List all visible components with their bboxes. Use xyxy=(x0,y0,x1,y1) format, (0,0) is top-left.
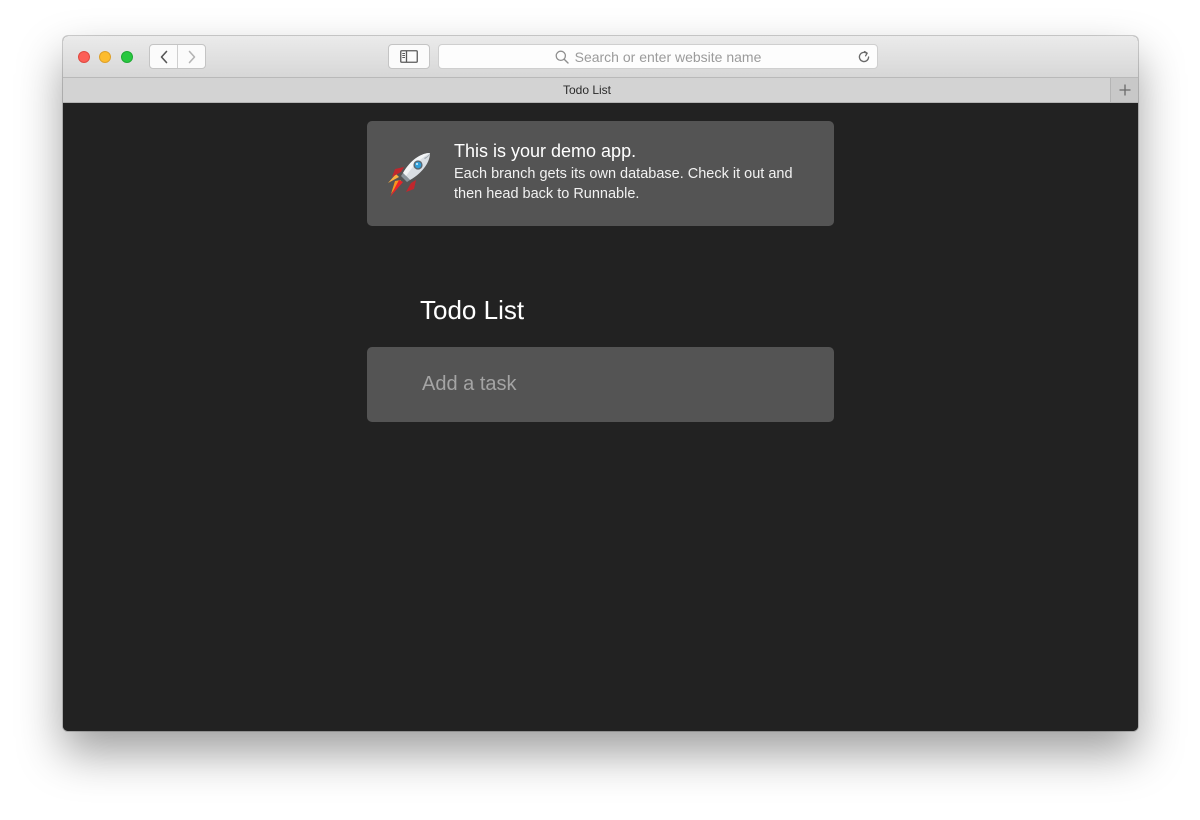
chevron-left-icon xyxy=(160,50,167,63)
maximize-window-button[interactable] xyxy=(121,51,133,63)
banner-title: This is your demo app. xyxy=(454,141,637,161)
page-content: This is your demo app. Each branch gets … xyxy=(63,103,1138,731)
chevron-right-icon xyxy=(188,50,195,63)
forward-button[interactable] xyxy=(177,45,205,68)
close-window-button[interactable] xyxy=(78,51,90,63)
plus-icon xyxy=(1119,84,1130,96)
sidebar-icon xyxy=(400,50,418,63)
navigation-buttons xyxy=(149,44,206,69)
demo-banner: This is your demo app. Each branch gets … xyxy=(367,121,834,226)
address-bar-content: Search or enter website name xyxy=(439,45,877,68)
page-title: Todo List xyxy=(420,295,525,325)
banner-text: Each branch gets its own database. Check… xyxy=(454,166,793,202)
add-task-input[interactable] xyxy=(367,347,834,422)
tab-todo-list[interactable]: Todo List xyxy=(63,78,1111,102)
browser-window: Search or enter website name Todo List T… xyxy=(63,36,1138,731)
rocket-icon xyxy=(388,153,430,197)
tab-bar: Todo List xyxy=(63,78,1138,103)
search-icon xyxy=(555,50,569,64)
reload-icon[interactable] xyxy=(857,50,871,64)
sidebar-toggle-button[interactable] xyxy=(388,44,430,69)
address-bar[interactable]: Search or enter website name xyxy=(438,44,878,69)
browser-toolbar: Search or enter website name xyxy=(63,36,1138,78)
new-tab-button[interactable] xyxy=(1110,78,1138,102)
address-bar-placeholder: Search or enter website name xyxy=(574,48,762,65)
minimize-window-button[interactable] xyxy=(99,51,111,63)
back-button[interactable] xyxy=(150,45,177,68)
